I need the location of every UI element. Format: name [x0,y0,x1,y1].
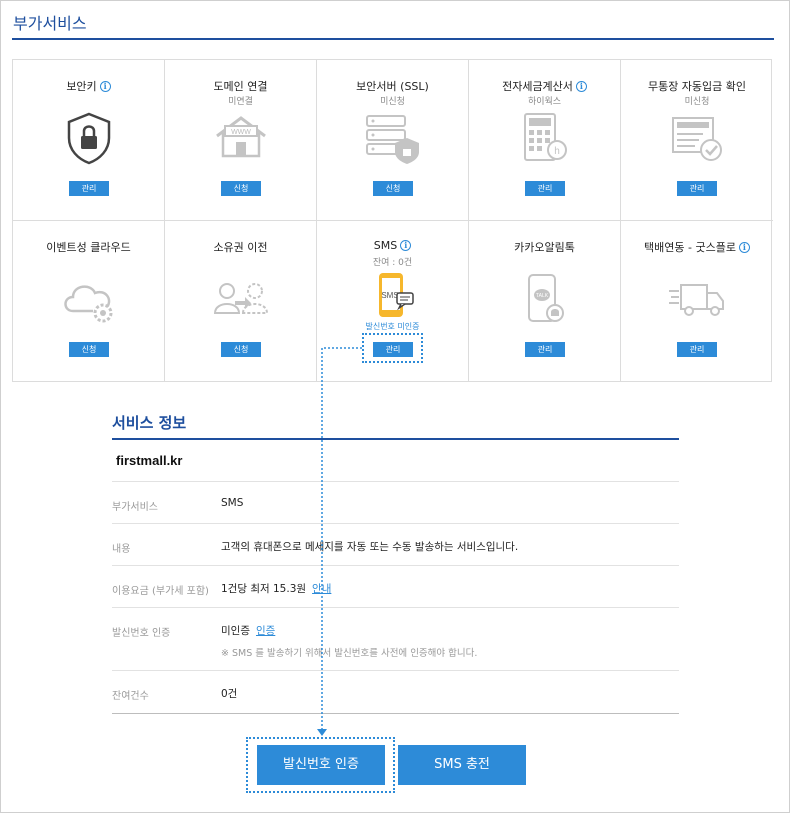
calculator-icon: h [524,113,567,161]
content-value: 고객의 휴대폰으로 메세지를 자동 또는 수동 발송하는 서비스입니다. [221,541,519,553]
manage-button[interactable]: 관리 [525,181,565,196]
addon-service-value: SMS [221,497,244,509]
delivery-truck-icon [669,284,724,316]
auth-status-value: 미인증 [221,625,250,637]
service-title: 택배연동 - 굿스플로 [644,241,736,254]
service-card-bank-deposit: 무통장 자동입금 확인 미신청 관리 [621,60,773,221]
row-label: 잔여건수 [112,691,149,702]
fee-value: 1건당 최저 15.3원 [221,583,307,595]
row-label: 이용요금 (부가세 포함) [112,586,209,597]
cloud-gear-icon [64,285,113,323]
svg-text:TALK: TALK [536,293,549,299]
row-label: 내용 [112,544,131,555]
service-title: 소유권 이전 [213,241,268,254]
fee-guide-link[interactable]: 안내 [312,583,331,595]
row-label: 발신번호 인증 [112,628,171,639]
title-divider [12,38,774,40]
service-status: 미신청 [684,97,710,107]
service-title: 이벤트성 클라우드 [46,241,131,254]
service-card-event-cloud: 이벤트성 클라우드 신청 [13,221,165,382]
service-title: 카카오알림톡 [514,241,575,254]
remaining-count-value: 0건 [221,688,238,700]
service-title: 보안키 [66,80,97,93]
apply-button[interactable]: 신청 [221,342,261,357]
service-card-ssl: 보안서버 (SSL) 미신청 신청 [317,60,469,221]
info-icon[interactable]: i [738,242,750,253]
service-title: 도메인 연결 [213,80,268,93]
service-title: 무통장 자동입금 확인 [647,80,747,93]
kakao-talk-phone-icon: TALK [528,274,564,322]
manage-button[interactable]: 관리 [677,181,717,196]
sms-remaining: 잔여 : 0건 [372,258,413,268]
users-transfer-icon [213,283,269,314]
sms-charge-button[interactable]: SMS 충전 [398,745,526,785]
service-card-tax-invoice: 전자세금계산서 i 하이웍스 h 관리 [469,60,621,221]
page-title: 부가서비스 [13,14,87,33]
service-card-delivery: 택배연동 - 굿스플로 i 관리 [621,221,773,382]
service-status: 미연결 [228,97,253,107]
info-icon[interactable]: i [400,240,412,251]
manage-button[interactable]: 관리 [69,181,109,196]
service-card-security-key: 보안키 i 관리 [13,60,165,221]
svg-text:h: h [554,146,560,157]
manage-button[interactable]: 관리 [525,342,565,357]
service-card-ownership-transfer: 소유권 이전 신청 [165,221,317,382]
info-icon[interactable]: i [575,81,587,92]
svg-text:WWW: WWW [231,129,251,136]
service-card-domain: 도메인 연결 미연결 WWW 신청 [165,60,317,221]
apply-button[interactable]: 신청 [373,181,413,196]
www-house-icon: WWW [216,116,266,158]
info-icon[interactable]: i [99,81,111,92]
verify-sender-button[interactable]: 발신번호 인증 [257,745,385,785]
server-lock-icon [366,115,419,164]
auth-note: ※ SMS 를 발송하기 위해서 발신번호를 사전에 인증해야 합니다. [221,648,478,659]
shop-domain: firstmall.kr [116,453,183,468]
service-card-kakao: 카카오알림톡 TALK 관리 [469,221,621,382]
manage-button[interactable]: 관리 [677,342,717,357]
verify-link[interactable]: 인증 [256,625,275,637]
service-status: 미신청 [380,97,405,107]
security-shield-lock-icon [67,112,111,165]
sms-phone-icon: SMS [379,273,414,317]
service-title: 전자세금계산서 [502,80,573,93]
service-status: 하이웍스 [527,97,562,107]
service-info-divider [112,438,679,440]
svg-text:SMS: SMS [381,291,398,300]
service-title: SMS [373,239,398,252]
apply-button[interactable]: 신청 [69,342,109,357]
sender-unverified-link[interactable]: 발신번호 미인증 [317,321,468,332]
bankbook-check-icon [672,117,722,161]
service-info-title: 서비스 정보 [112,414,187,432]
service-title: 보안서버 (SSL) [356,80,429,93]
apply-button[interactable]: 신청 [221,181,261,196]
sms-manage-highlight [362,333,423,363]
row-label: 부가서비스 [112,502,158,513]
